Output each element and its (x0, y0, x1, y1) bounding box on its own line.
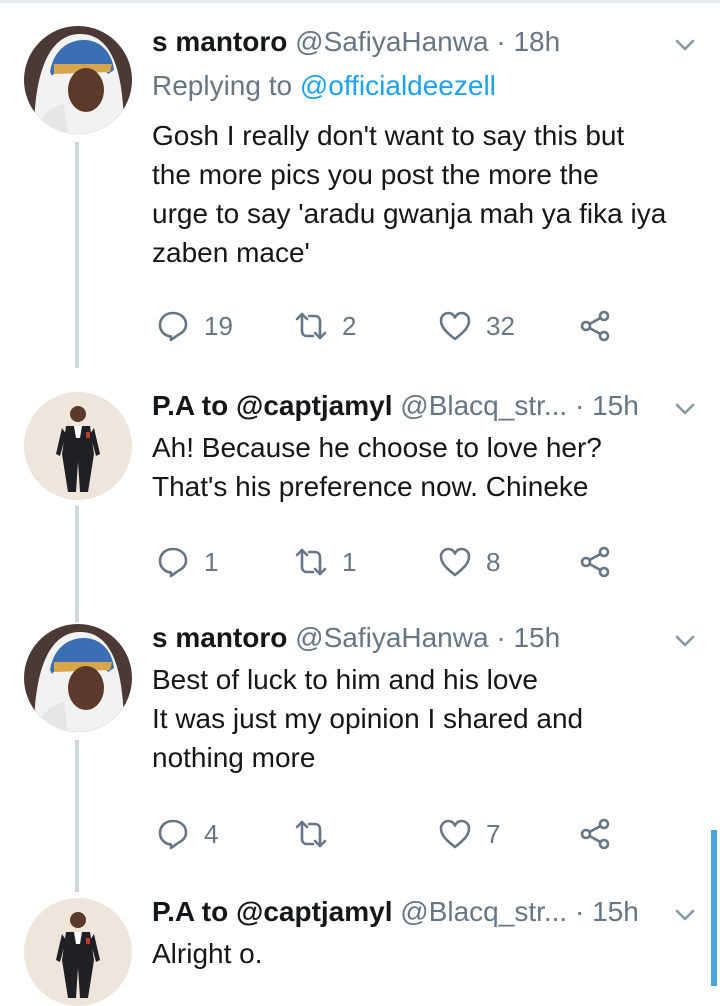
reply-icon (158, 819, 188, 850)
reply-count: 1 (204, 546, 219, 577)
reply-button[interactable]: 4 (156, 814, 218, 854)
avatar-image (24, 898, 132, 1006)
user-handle[interactable]: @SafiyaHanwa (295, 26, 488, 57)
tweet-text-line: urge to say 'aradu gwanja mah ya fika iy… (152, 198, 667, 229)
share-button[interactable] (578, 306, 612, 346)
tweet-text: Alright o. (152, 934, 702, 973)
retweet-count: 1 (342, 546, 357, 577)
timestamp[interactable]: 15h (513, 622, 560, 653)
heart-icon (439, 547, 471, 577)
user-handle[interactable]: @SafiyaHanwa (295, 622, 488, 653)
retweet-icon (295, 820, 327, 848)
heart-icon (439, 311, 471, 341)
tweet-text-line: nothing more (152, 742, 316, 773)
reply-count: 19 (204, 310, 233, 341)
retweet-button[interactable]: 1 (294, 542, 356, 582)
timestamp[interactable]: 18h (513, 26, 560, 57)
replying-to-label: Replying to (152, 70, 293, 101)
like-count: 7 (486, 818, 501, 849)
reply-icon (158, 311, 188, 342)
share-icon (580, 818, 610, 850)
tweet-text-line: Gosh I really don't want to say this but (152, 120, 625, 151)
tweet[interactable]: s mantoro @SafiyaHanwa · 18h Replying to… (0, 22, 720, 362)
user-handle[interactable]: @Blacq_str... (400, 390, 567, 421)
tweet-text-line: Ah! Because he choose to love her? (152, 432, 602, 463)
tweet-text-line: Alright o. (152, 938, 263, 969)
reply-button[interactable]: 1 (156, 542, 218, 582)
display-name[interactable]: s mantoro (152, 622, 287, 653)
tweet-text-line: Best of luck to him and his love (152, 664, 538, 695)
retweet-icon (295, 312, 327, 340)
share-icon (580, 310, 610, 342)
display-name[interactable]: P.A to @captjamyl (152, 390, 393, 421)
mention-link[interactable]: @officialdeezell (300, 70, 496, 101)
user-handle[interactable]: @Blacq_str... (400, 896, 567, 927)
avatar[interactable] (24, 392, 132, 500)
chevron-down-icon[interactable] (672, 396, 698, 422)
retweet-button[interactable] (294, 814, 342, 854)
like-button[interactable]: 7 (438, 814, 500, 854)
like-count: 8 (486, 546, 501, 577)
heart-icon (439, 819, 471, 849)
tweet-actions: 4 7 (152, 814, 622, 854)
avatar[interactable] (24, 624, 132, 732)
separator-dot: · (575, 896, 585, 927)
avatar[interactable] (24, 26, 132, 134)
chevron-down-icon[interactable] (672, 32, 698, 58)
tweet-text: Best of luck to him and his love It was … (152, 660, 702, 777)
tweet-actions: 19 2 32 (152, 306, 622, 346)
retweet-icon (295, 548, 327, 576)
display-name[interactable]: s mantoro (152, 26, 287, 57)
reply-count: 4 (204, 818, 219, 849)
tweet-header: P.A to @captjamyl @Blacq_str... · 15h (152, 386, 639, 426)
like-button[interactable]: 8 (438, 542, 500, 582)
separator-dot: · (496, 26, 506, 57)
tweet-text-line: zaben mace' (152, 237, 310, 268)
top-divider (0, 0, 720, 3)
tweet-text-line: the more pics you post the more the (152, 159, 599, 190)
share-button[interactable] (578, 542, 612, 582)
tweet-header: P.A to @captjamyl @Blacq_str... · 15h (152, 892, 639, 932)
separator-dot: · (496, 622, 506, 653)
tweet[interactable]: s mantoro @SafiyaHanwa · 15h Best of luc… (0, 618, 720, 868)
tweet[interactable]: P.A to @captjamyl @Blacq_str... · 15h Ah… (0, 386, 720, 602)
like-button[interactable]: 32 (438, 306, 515, 346)
share-icon (580, 546, 610, 578)
tweet-header: s mantoro @SafiyaHanwa · 15h (152, 618, 560, 658)
replying-to: Replying to @officialdeezell (152, 66, 496, 106)
reply-button[interactable]: 19 (156, 306, 233, 346)
tweet-text-line: It was just my opinion I shared and (152, 703, 584, 734)
retweet-button[interactable]: 2 (294, 306, 356, 346)
tweet-actions: 1 1 8 (152, 542, 622, 582)
tweet[interactable]: P.A to @captjamyl @Blacq_str... · 15h Al… (0, 892, 720, 1006)
tweet-text-line: That's his preference now. Chineke (152, 471, 589, 502)
timestamp[interactable]: 15h (592, 390, 639, 421)
timestamp[interactable]: 15h (592, 896, 639, 927)
tweet-header: s mantoro @SafiyaHanwa · 18h (152, 22, 560, 62)
tweet-text: Gosh I really don't want to say this but… (152, 116, 702, 272)
reply-icon (158, 547, 188, 578)
display-name[interactable]: P.A to @captjamyl (152, 896, 393, 927)
like-count: 32 (486, 310, 515, 341)
chevron-down-icon[interactable] (672, 902, 698, 928)
separator-dot: · (575, 390, 585, 421)
avatar-image (24, 26, 132, 134)
avatar[interactable] (24, 898, 132, 1006)
share-button[interactable] (578, 814, 612, 854)
avatar-image (24, 392, 132, 500)
retweet-count: 2 (342, 310, 357, 341)
avatar-image (24, 624, 132, 732)
chevron-down-icon[interactable] (672, 628, 698, 654)
scrollbar[interactable] (711, 830, 717, 986)
tweet-text: Ah! Because he choose to love her? That'… (152, 428, 702, 506)
